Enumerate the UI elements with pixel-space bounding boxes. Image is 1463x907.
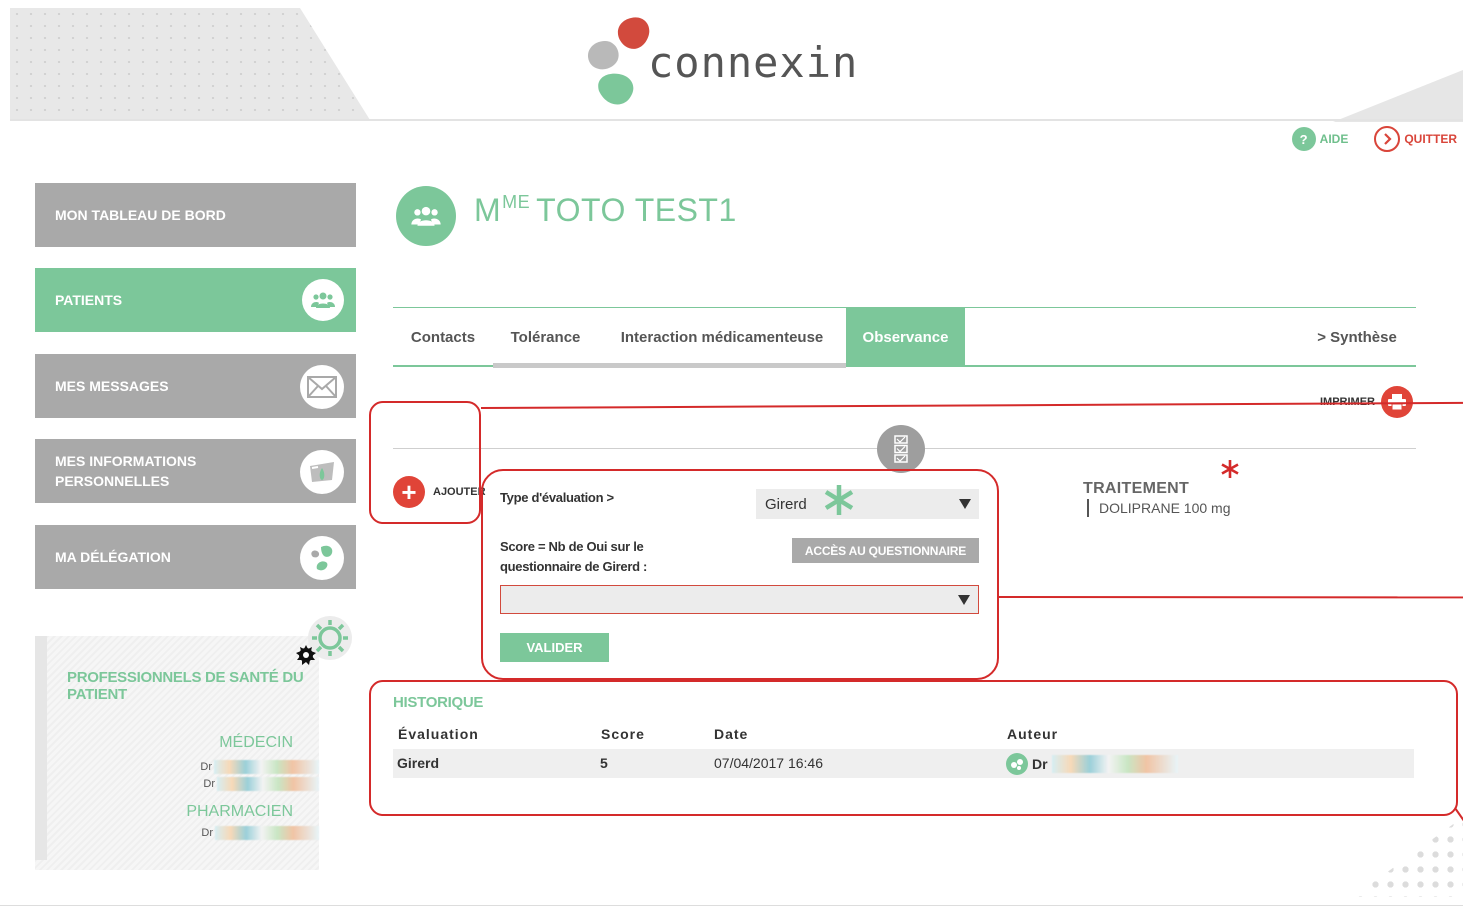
page-title: MME TOTO TEST1 bbox=[474, 192, 737, 229]
required-asterisk-icon bbox=[824, 485, 854, 515]
history-title: HISTORIQUE bbox=[393, 694, 484, 711]
submit-button[interactable]: VALIDER bbox=[500, 633, 609, 662]
tab-contacts[interactable]: Contacts bbox=[393, 308, 493, 366]
tab-tolerance[interactable]: Tolérance bbox=[493, 308, 598, 368]
professionals-title: PROFESSIONNELS DE SANTÉ DU PATIENT bbox=[67, 669, 304, 703]
sidebar-item-label: MES INFORMATIONS PERSONNELLES bbox=[55, 453, 197, 489]
tab-label: Observance bbox=[862, 328, 949, 346]
tab-label: Tolérance bbox=[510, 328, 581, 346]
score-label-line1: Score = Nb de Oui sur le bbox=[500, 539, 644, 554]
treatment-item: DOLIPRANE 100 mg bbox=[1087, 499, 1231, 517]
top-links: ? AIDE QUITTER bbox=[1291, 126, 1457, 152]
questionnaire-access-button[interactable]: ACCÈS AU QUESTIONNAIRE bbox=[792, 538, 979, 563]
question-icon: ? bbox=[1291, 127, 1316, 151]
tab-label: Interaction médicamenteuse bbox=[620, 328, 824, 346]
author-prefix: Dr bbox=[1032, 756, 1048, 772]
sidebar-item-label: PATIENTS bbox=[55, 292, 123, 308]
required-asterisk-icon bbox=[1221, 460, 1239, 478]
header-decoration-left bbox=[10, 8, 370, 120]
users-icon bbox=[302, 279, 344, 321]
sidebar-item-messages[interactable]: MES MESSAGES bbox=[35, 354, 356, 418]
medecin-heading: MÉDECIN bbox=[219, 734, 293, 751]
redacted-name bbox=[1051, 755, 1178, 773]
sidebar-item-patients[interactable]: PATIENTS bbox=[35, 268, 356, 332]
leaf-icon bbox=[300, 536, 344, 580]
redacted-name bbox=[214, 760, 319, 774]
sidebar-item-personal-info[interactable]: MES INFORMATIONS PERSONNELLES bbox=[35, 439, 356, 503]
sidebar-item-dashboard[interactable]: MON TABLEAU DE BORD bbox=[35, 183, 356, 247]
health-professionals-panel: PROFESSIONNELS DE SANTÉ DU PATIENT MÉDEC… bbox=[35, 636, 319, 870]
annotation-box-history bbox=[369, 680, 1458, 816]
doctor-avatar-icon bbox=[1006, 753, 1028, 775]
help-label: AIDE bbox=[1319, 132, 1349, 146]
decorative-dots bbox=[1353, 817, 1463, 897]
tab-label: > Synthèse bbox=[1317, 328, 1397, 346]
patient-name: TOTO TEST1 bbox=[536, 192, 737, 228]
chevron-circle-icon bbox=[1374, 126, 1401, 152]
column-header-score: Score bbox=[601, 726, 645, 742]
add-label: AJOUTER bbox=[433, 486, 486, 498]
chevron-down-icon bbox=[958, 594, 970, 605]
doctor-prefix: Dr bbox=[200, 761, 212, 773]
cell-author: Dr bbox=[1006, 753, 1178, 775]
cell-evaluation: Girerd bbox=[397, 755, 440, 771]
footer-divider bbox=[0, 905, 1463, 906]
patient-tabs: Contacts Tolérance Interaction médicamen… bbox=[393, 307, 1416, 368]
column-header-date: Date bbox=[714, 726, 749, 742]
doctor-prefix: Dr bbox=[201, 827, 213, 839]
pharmacien-heading: PHARMACIEN bbox=[186, 803, 293, 820]
tab-label: Contacts bbox=[410, 328, 476, 346]
tab-synthese[interactable]: > Synthèse bbox=[1298, 308, 1416, 366]
header-divider bbox=[10, 119, 1463, 121]
cell-date: 07/04/2017 16:46 bbox=[714, 755, 823, 771]
annotation-line bbox=[480, 401, 1463, 409]
evaluation-type-label: Type d'évaluation > bbox=[500, 490, 614, 505]
id-card-icon bbox=[300, 450, 344, 494]
evaluation-type-select[interactable]: Girerd bbox=[756, 489, 979, 519]
pharmacien-entry[interactable]: Dr bbox=[201, 826, 319, 840]
tab-underline bbox=[493, 363, 598, 368]
treatment-title: TRAITEMENT bbox=[1083, 480, 1190, 497]
medecin-entry[interactable]: Dr bbox=[203, 777, 319, 791]
panel-edge bbox=[35, 636, 47, 860]
redacted-name bbox=[217, 777, 319, 791]
table-row[interactable] bbox=[393, 749, 1414, 778]
annotation-line bbox=[998, 596, 1463, 599]
tab-interaction[interactable]: Interaction médicamenteuse bbox=[598, 308, 846, 368]
patient-avatar bbox=[396, 186, 456, 246]
quit-label: QUITTER bbox=[1404, 132, 1457, 146]
chevron-down-icon bbox=[959, 499, 971, 509]
sidebar-item-delegation[interactable]: MA DÉLÉGATION bbox=[35, 525, 356, 589]
plus-icon: + bbox=[393, 476, 425, 508]
score-select[interactable] bbox=[500, 585, 979, 614]
doctor-prefix: Dr bbox=[203, 778, 215, 790]
redacted-name bbox=[215, 826, 319, 840]
gear-icon[interactable] bbox=[292, 612, 356, 676]
score-label-line2: questionnaire de Girerd : bbox=[500, 559, 648, 574]
help-link[interactable]: ? AIDE bbox=[1291, 127, 1349, 151]
sidebar-item-label: MA DÉLÉGATION bbox=[55, 549, 171, 565]
sidebar-item-label: MON TABLEAU DE BORD bbox=[55, 207, 226, 223]
patient-civility: M bbox=[474, 192, 502, 228]
brand-name: connexin bbox=[648, 38, 859, 87]
tab-observance[interactable]: Observance bbox=[846, 308, 965, 366]
quit-link[interactable]: QUITTER bbox=[1374, 126, 1457, 152]
column-header-author: Auteur bbox=[1007, 726, 1059, 742]
evaluation-type-value: Girerd bbox=[765, 495, 807, 513]
sidebar-item-label: MES MESSAGES bbox=[55, 378, 169, 394]
checklist-icon bbox=[877, 425, 925, 473]
patient-civility-sup: ME bbox=[502, 192, 531, 212]
column-header-evaluation: Évaluation bbox=[398, 726, 479, 742]
add-evaluation-button[interactable]: + AJOUTER bbox=[393, 476, 486, 508]
envelope-icon bbox=[300, 365, 344, 409]
header-decoration-right bbox=[1333, 70, 1463, 122]
cell-score: 5 bbox=[600, 755, 608, 771]
tab-underline bbox=[598, 363, 846, 368]
medecin-entry[interactable]: Dr bbox=[200, 760, 319, 774]
